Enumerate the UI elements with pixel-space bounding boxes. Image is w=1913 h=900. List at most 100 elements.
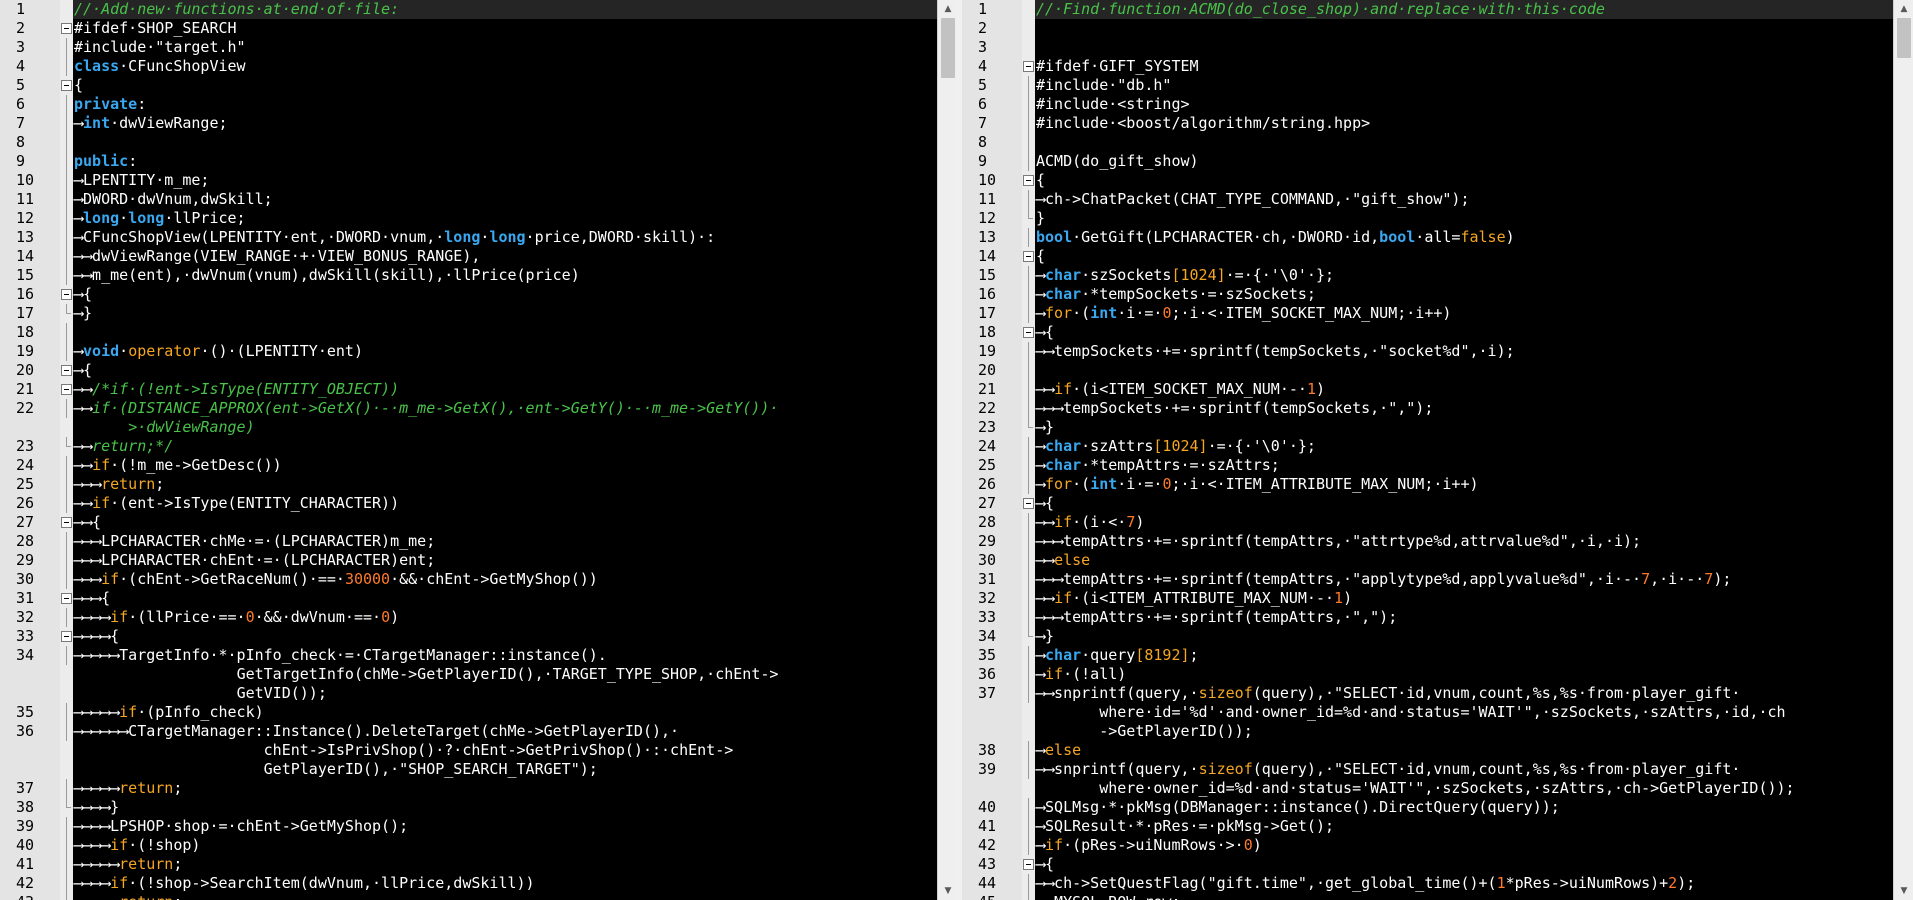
code-line[interactable]: 6 private: bbox=[0, 95, 937, 114]
code-line[interactable]: 14 ⟶⟶dwViewRange(VIEW_RANGE·+·VIEW_BONUS_… bbox=[0, 247, 937, 266]
code-line[interactable]: 40 ⟶SQLMsg·*·pkMsg(DBManager::instance().… bbox=[962, 798, 1893, 817]
scrollbar-thumb[interactable] bbox=[1897, 18, 1911, 58]
code-line[interactable]: 38 ⟶else bbox=[962, 741, 1893, 760]
code-line[interactable]: 37 ⟶⟶⟶⟶⟶return; bbox=[0, 779, 937, 798]
code-line[interactable]: 27 ⟶⟶{ bbox=[0, 513, 937, 532]
scrollbar-thumb[interactable] bbox=[941, 18, 955, 78]
scroll-up-arrow-icon[interactable]: ▲ bbox=[938, 0, 957, 18]
fold-toggle-icon[interactable] bbox=[1022, 323, 1035, 342]
code-line[interactable]: 16 ⟶{ bbox=[0, 285, 937, 304]
code-line[interactable]: 29 ⟶⟶⟶LPCHARACTER·chEnt·=·(LPCHARACTER)en… bbox=[0, 551, 937, 570]
code-line[interactable]: 38 ⟶⟶⟶⟶} bbox=[0, 798, 937, 817]
code-line[interactable]: 9 ACMD(do_gift_show) bbox=[962, 152, 1893, 171]
code-line[interactable]: 22 ⟶⟶⟶tempSockets·+=·sprintf(tempSockets,… bbox=[962, 399, 1893, 418]
code-line[interactable]: 34 ⟶⟶⟶⟶⟶TargetInfo·*·pInfo_check·=·CTarge… bbox=[0, 646, 937, 703]
code-line[interactable]: 27 ⟶{ bbox=[962, 494, 1893, 513]
code-line[interactable]: 12 ⟶long·long·llPrice; bbox=[0, 209, 937, 228]
editor-pane-left[interactable]: 1 //·Add·new·functions·at·end·of·file: 2 #i… bbox=[0, 0, 957, 900]
code-line[interactable]: 11 ⟶ch->ChatPacket(CHAT_TYPE_COMMAND,·"gi… bbox=[962, 190, 1893, 209]
code-line[interactable]: 3 bbox=[962, 38, 1893, 57]
code-line[interactable]: 15 ⟶⟶m_me(ent),·dwVnum(vnum),dwSkill(skil… bbox=[0, 266, 937, 285]
code-line[interactable]: 36 ⟶if·(!all) bbox=[962, 665, 1893, 684]
code-line[interactable]: 28 ⟶⟶⟶LPCHARACTER·chMe·=·(LPCHARACTER)m_m… bbox=[0, 532, 937, 551]
code-line[interactable]: 2 bbox=[962, 19, 1893, 38]
code-line[interactable]: 45 ⟶⟶MYSQL_ROW·row; bbox=[962, 893, 1893, 900]
editor-pane-right[interactable]: 1 //·Find·function·ACMD(do_close_shop)·an… bbox=[962, 0, 1913, 900]
code-line[interactable]: 42 ⟶⟶⟶⟶if·(!shop->SearchItem(dwVnum,·llPr… bbox=[0, 874, 937, 893]
scroll-down-arrow-icon[interactable]: ▼ bbox=[1894, 882, 1913, 900]
code-line[interactable]: 33 ⟶⟶⟶tempAttrs·+=·sprintf(tempAttrs,·","… bbox=[962, 608, 1893, 627]
fold-toggle-icon[interactable] bbox=[1022, 247, 1035, 266]
fold-toggle-icon[interactable] bbox=[60, 380, 73, 399]
code-line[interactable]: 35 ⟶char·query[8192]; bbox=[962, 646, 1893, 665]
code-line[interactable]: 24 ⟶⟶if·(!m_me->GetDesc()) bbox=[0, 456, 937, 475]
fold-toggle-icon[interactable] bbox=[1022, 171, 1035, 190]
fold-toggle-icon[interactable] bbox=[60, 361, 73, 380]
vertical-scrollbar[interactable]: ▲ ▼ bbox=[1893, 0, 1913, 900]
code-line[interactable]: 16 ⟶char·*tempSockets·=·szSockets; bbox=[962, 285, 1893, 304]
code-line[interactable]: 32 ⟶⟶if·(i<ITEM_ATTRIBUTE_MAX_NUM·-·1) bbox=[962, 589, 1893, 608]
code-line[interactable]: 8 bbox=[962, 133, 1893, 152]
code-line[interactable]: 17 ⟶} bbox=[0, 304, 937, 323]
code-line[interactable]: 9 public: bbox=[0, 152, 937, 171]
code-line[interactable]: 1 //·Find·function·ACMD(do_close_shop)·an… bbox=[962, 0, 1893, 19]
code-line[interactable]: 24 ⟶char·szAttrs[1024]·=·{·'\0'·}; bbox=[962, 437, 1893, 456]
code-line[interactable]: 31 ⟶⟶⟶{ bbox=[0, 589, 937, 608]
code-line[interactable]: 11 ⟶DWORD·dwVnum,dwSkill; bbox=[0, 190, 937, 209]
code-line[interactable]: 13 bool·GetGift(LPCHARACTER·ch,·DWORD·id,… bbox=[962, 228, 1893, 247]
code-line[interactable]: 36 ⟶⟶⟶⟶⟶⟶CTargetManager::Instance().Delet… bbox=[0, 722, 937, 779]
code-line[interactable]: 40 ⟶⟶⟶⟶if·(!shop) bbox=[0, 836, 937, 855]
code-line[interactable]: 39 ⟶⟶⟶⟶LPSHOP·shop·=·chEnt->GetMyShop(); bbox=[0, 817, 937, 836]
code-line[interactable]: 6 #include·<string> bbox=[962, 95, 1893, 114]
code-line[interactable]: 30 ⟶⟶else bbox=[962, 551, 1893, 570]
code-line[interactable]: 35 ⟶⟶⟶⟶⟶if·(pInfo_check) bbox=[0, 703, 937, 722]
fold-toggle-icon[interactable] bbox=[60, 19, 73, 38]
code-line[interactable]: 34 ⟶} bbox=[962, 627, 1893, 646]
code-line[interactable]: 2 #ifdef·SHOP_SEARCH bbox=[0, 19, 937, 38]
code-line[interactable]: 5 #include·"db.h" bbox=[962, 76, 1893, 95]
code-line[interactable]: 19 ⟶⟶tempSockets·+=·sprintf(tempSockets,·… bbox=[962, 342, 1893, 361]
code-line[interactable]: 22 ⟶⟶if·(DISTANCE_APPROX(ent->GetX()·-·m_… bbox=[0, 399, 937, 437]
code-line[interactable]: 23 ⟶} bbox=[962, 418, 1893, 437]
scroll-up-arrow-icon[interactable]: ▲ bbox=[1894, 0, 1913, 18]
code-line[interactable]: 25 ⟶⟶⟶return; bbox=[0, 475, 937, 494]
code-line[interactable]: 43 ⟶⟶⟶⟶⟶return; bbox=[0, 893, 937, 900]
code-line[interactable]: 39 ⟶⟶snprintf(query,·sizeof(query),·"SELE… bbox=[962, 760, 1893, 798]
code-line[interactable]: 25 ⟶char·*tempAttrs·=·szAttrs; bbox=[962, 456, 1893, 475]
fold-toggle-icon[interactable] bbox=[1022, 494, 1035, 513]
fold-toggle-icon[interactable] bbox=[60, 285, 73, 304]
code-line[interactable]: 15 ⟶char·szSockets[1024]·=·{·'\0'·}; bbox=[962, 266, 1893, 285]
code-line[interactable]: 44 ⟶⟶ch->SetQuestFlag("gift.time",·get_gl… bbox=[962, 874, 1893, 893]
code-line[interactable]: 10 ⟶LPENTITY·m_me; bbox=[0, 171, 937, 190]
code-line[interactable]: 1 //·Add·new·functions·at·end·of·file: bbox=[0, 0, 937, 19]
fold-toggle-icon[interactable] bbox=[60, 513, 73, 532]
code-line[interactable]: 14 { bbox=[962, 247, 1893, 266]
code-line[interactable]: 26 ⟶for·(int·i·=·0;·i·<·ITEM_ATTRIBUTE_MA… bbox=[962, 475, 1893, 494]
fold-toggle-icon[interactable] bbox=[60, 589, 73, 608]
code-line[interactable]: 13 ⟶CFuncShopView(LPENTITY·ent,·DWORD·vnu… bbox=[0, 228, 937, 247]
code-line[interactable]: 28 ⟶⟶if·(i·<·7) bbox=[962, 513, 1893, 532]
code-line[interactable]: 30 ⟶⟶⟶if·(chEnt->GetRaceNum()·==·30000·&&… bbox=[0, 570, 937, 589]
code-line[interactable]: 19 ⟶void·operator·()·(LPENTITY·ent) bbox=[0, 342, 937, 361]
code-line[interactable]: 37 ⟶⟶snprintf(query,·sizeof(query),·"SELE… bbox=[962, 684, 1893, 741]
code-line[interactable]: 33 ⟶⟶⟶⟶{ bbox=[0, 627, 937, 646]
code-line[interactable]: 41 ⟶⟶⟶⟶⟶return; bbox=[0, 855, 937, 874]
code-line[interactable]: 8 bbox=[0, 133, 937, 152]
code-line[interactable]: 10 { bbox=[962, 171, 1893, 190]
fold-toggle-icon[interactable] bbox=[1022, 57, 1035, 76]
code-line[interactable]: 3 #include·"target.h" bbox=[0, 38, 937, 57]
code-line[interactable]: 41 ⟶SQLResult·*·pRes·=·pkMsg->Get(); bbox=[962, 817, 1893, 836]
code-line[interactable]: 18 bbox=[0, 323, 937, 342]
code-line[interactable]: 31 ⟶⟶⟶tempAttrs·+=·sprintf(tempAttrs,·"ap… bbox=[962, 570, 1893, 589]
code-line[interactable]: 5{ bbox=[0, 76, 937, 95]
code-line[interactable]: 12} bbox=[962, 209, 1893, 228]
fold-toggle-icon[interactable] bbox=[1022, 855, 1035, 874]
code-line[interactable]: 7 #include·<boost/algorithm/string.hpp> bbox=[962, 114, 1893, 133]
code-line[interactable]: 20 bbox=[962, 361, 1893, 380]
code-line[interactable]: 4 #ifdef·GIFT_SYSTEM bbox=[962, 57, 1893, 76]
code-line[interactable]: 42 ⟶if·(pRes->uiNumRows·>·0) bbox=[962, 836, 1893, 855]
code-line[interactable]: 17 ⟶for·(int·i·=·0;·i·<·ITEM_SOCKET_MAX_N… bbox=[962, 304, 1893, 323]
code-line[interactable]: 21 ⟶⟶if·(i<ITEM_SOCKET_MAX_NUM·-·1) bbox=[962, 380, 1893, 399]
code-line[interactable]: 7 ⟶int·dwViewRange; bbox=[0, 114, 937, 133]
code-line[interactable]: 4 class·CFuncShopView bbox=[0, 57, 937, 76]
